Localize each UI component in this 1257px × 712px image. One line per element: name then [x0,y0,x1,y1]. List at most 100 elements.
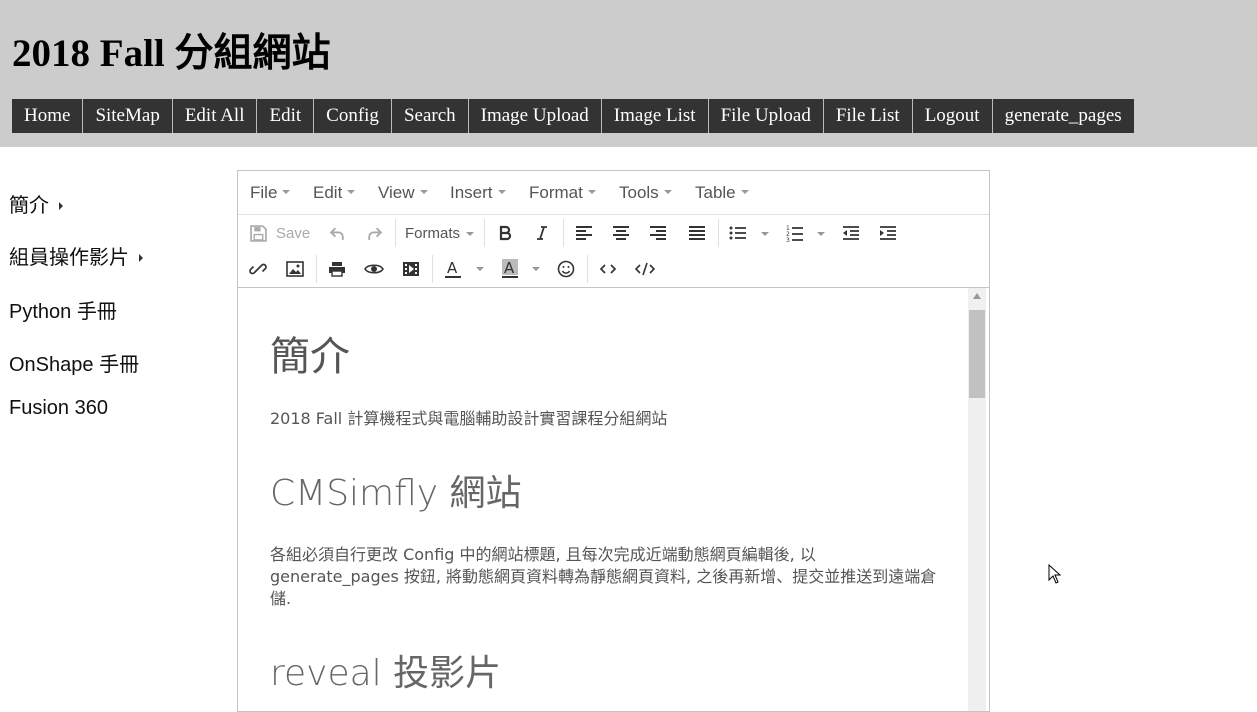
caret-right-icon [139,253,143,262]
menu-table[interactable]: Table [695,183,749,203]
nav-image-list[interactable]: Image List [601,99,709,133]
text-color-icon[interactable]: A [438,255,468,283]
chevron-down-icon [282,189,291,194]
editor-toolbar: Save Formats 1 2 3 A A [238,215,989,288]
chevron-down-icon[interactable] [532,267,540,271]
site-header: 2018 Fall 分組網站 Home SiteMap Edit All Edi… [0,0,1257,147]
toolbar-divider [395,219,396,247]
chevron-down-icon [347,189,356,194]
nav-home[interactable]: Home [12,99,84,133]
media-icon[interactable] [396,255,426,283]
menu-format[interactable]: Format [529,183,596,203]
sidebar-item-label: 簡介 [9,195,49,217]
sidebar-item-intro[interactable]: 簡介 [9,189,63,218]
svg-text:A: A [447,259,458,277]
sidebar-item-member-videos[interactable]: 組員操作影片 [9,241,143,270]
toolbar-divider [316,255,317,283]
editor-menubar: File Edit View Insert Format Tools Table [238,171,989,215]
align-justify-icon[interactable] [682,219,712,247]
chevron-down-icon[interactable] [817,232,825,236]
chevron-down-icon [587,189,596,194]
chevron-down-icon [497,189,506,194]
nav-search[interactable]: Search [391,99,469,133]
toolbar-divider [432,255,433,283]
svg-text:3: 3 [786,237,790,242]
toolbar-divider [718,219,719,247]
align-left-icon[interactable] [569,219,599,247]
chevron-down-icon [663,189,672,194]
menu-file[interactable]: File [250,183,291,203]
image-icon[interactable] [280,255,310,283]
content-heading-reveal: reveal 投影片 [270,653,502,694]
nav-image-upload[interactable]: Image Upload [468,99,602,133]
content-heading-cmsimfly: CMSimfly 網站 [270,473,522,514]
align-right-icon[interactable] [643,219,673,247]
print-icon[interactable] [322,255,352,283]
outdent-icon[interactable] [836,219,866,247]
toolbar-divider [587,255,588,283]
svg-text:A: A [504,259,515,277]
save-icon[interactable] [243,219,273,247]
scrollbar-thumb[interactable] [969,310,985,398]
menu-label: Table [695,183,736,202]
bold-icon[interactable] [490,219,520,247]
code-icon[interactable] [593,255,623,283]
content-paragraph-1: 2018 Fall 計算機程式與電腦輔助設計實習課程分組網站 [270,409,668,428]
sidebar-item-label: Python 手冊 [9,301,117,323]
menu-label: Edit [313,183,343,202]
sidebar-item-fusion-360[interactable]: Fusion 360 [9,397,108,420]
toolbar-divider [484,219,485,247]
chevron-down-icon[interactable] [761,232,769,236]
top-nav: Home SiteMap Edit All Edit Config Search… [12,99,1134,133]
menu-edit[interactable]: Edit [313,183,356,203]
link-icon[interactable] [243,255,273,283]
source-code-icon[interactable] [630,255,660,283]
nav-file-list[interactable]: File List [823,99,913,133]
background-color-icon[interactable]: A [495,255,525,283]
caret-right-icon [59,201,63,210]
sidebar-item-label: OnShape 手冊 [9,354,140,376]
bullet-list-icon[interactable] [723,219,753,247]
rich-text-editor: File Edit View Insert Format Tools Table… [237,170,990,712]
mouse-cursor-icon [1048,563,1062,589]
formats-dropdown[interactable]: Formats [405,225,460,242]
nav-edit-all[interactable]: Edit All [172,99,258,133]
sidebar-item-label: 組員操作影片 [9,247,129,269]
undo-icon[interactable] [322,219,352,247]
nav-generate-pages[interactable]: generate_pages [992,99,1134,133]
nav-config[interactable]: Config [314,99,392,133]
nav-edit[interactable]: Edit [257,99,315,133]
align-center-icon[interactable] [606,219,636,247]
nav-file-upload[interactable]: File Upload [708,99,824,133]
chevron-down-icon[interactable] [476,267,484,271]
sidebar-item-onshape-manual[interactable]: OnShape 手冊 [9,348,139,377]
chevron-down-icon [740,189,749,194]
menu-label: Insert [450,183,493,202]
scroll-up-arrow-icon[interactable] [973,293,981,299]
editor-content[interactable]: 簡介 2018 Fall 計算機程式與電腦輔助設計實習課程分組網站 CMSimf… [238,288,968,711]
nav-logout[interactable]: Logout [912,99,993,133]
menu-tools[interactable]: Tools [619,183,672,203]
numbered-list-icon[interactable]: 123 [780,219,810,247]
menu-view[interactable]: View [378,183,428,203]
emoticons-icon[interactable] [551,255,581,283]
redo-icon[interactable] [359,219,389,247]
indent-icon[interactable] [873,219,903,247]
editor-scrollbar[interactable] [968,288,986,711]
content-heading-intro: 簡介 [270,334,350,380]
menu-label: Format [529,183,583,202]
toolbar-divider [563,219,564,247]
save-button[interactable]: Save [276,225,310,242]
site-title: 2018 Fall 分組網站 [12,32,331,75]
menu-label: View [378,183,415,202]
italic-icon[interactable] [527,219,557,247]
sidebar-item-python-manual[interactable]: Python 手冊 [9,295,117,324]
menu-label: Tools [619,183,659,202]
preview-icon[interactable] [359,255,389,283]
menu-label: File [250,183,278,202]
nav-sitemap[interactable]: SiteMap [83,99,173,133]
menu-insert[interactable]: Insert [450,183,506,203]
chevron-down-icon [419,189,428,194]
sidebar-item-label: Fusion 360 [9,397,108,419]
chevron-down-icon [466,232,474,236]
